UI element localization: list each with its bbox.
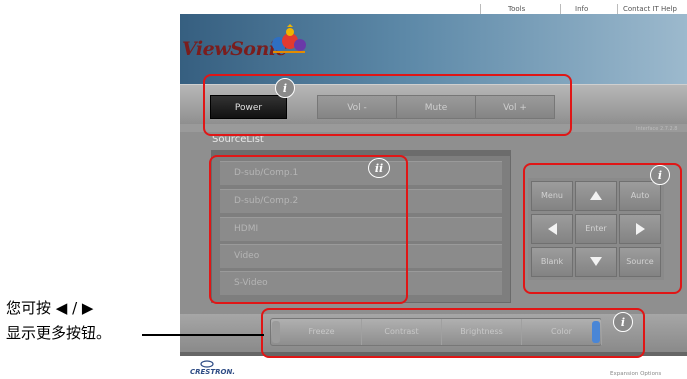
divider <box>617 4 618 14</box>
interface-version: Interface 2.7.2.8 <box>636 126 678 132</box>
divider <box>560 4 561 14</box>
contact-it-help-link[interactable]: Contact IT Help <box>623 5 677 13</box>
crestron-logo-text: CRESTRON. <box>190 368 235 376</box>
divider <box>480 4 481 14</box>
info-badge-ii: ii <box>368 158 390 178</box>
annotation-line-2: 显示更多按钮。 <box>6 324 112 342</box>
crestron-logo: CRESTRON. <box>190 360 235 376</box>
info-link[interactable]: Info <box>575 5 588 13</box>
info-badge-i: i <box>613 312 633 332</box>
tools-link[interactable]: Tools <box>508 5 525 13</box>
info-badge-i: i <box>650 165 670 185</box>
info-badge-i: i <box>275 78 295 98</box>
birds-logo-icon <box>272 24 306 53</box>
annotation-line-1: 您可按 ◀ / ▶ <box>6 299 94 317</box>
callout-expansion-bar <box>261 308 645 358</box>
annotation-note: 您可按 ◀ / ▶ 显示更多按钮。 <box>6 296 111 346</box>
expansion-options-link[interactable]: Expansion Options <box>610 371 661 377</box>
annotation-leader-line <box>142 334 264 336</box>
crestron-swirl-icon <box>200 360 214 368</box>
callout-control-bar <box>203 74 572 136</box>
